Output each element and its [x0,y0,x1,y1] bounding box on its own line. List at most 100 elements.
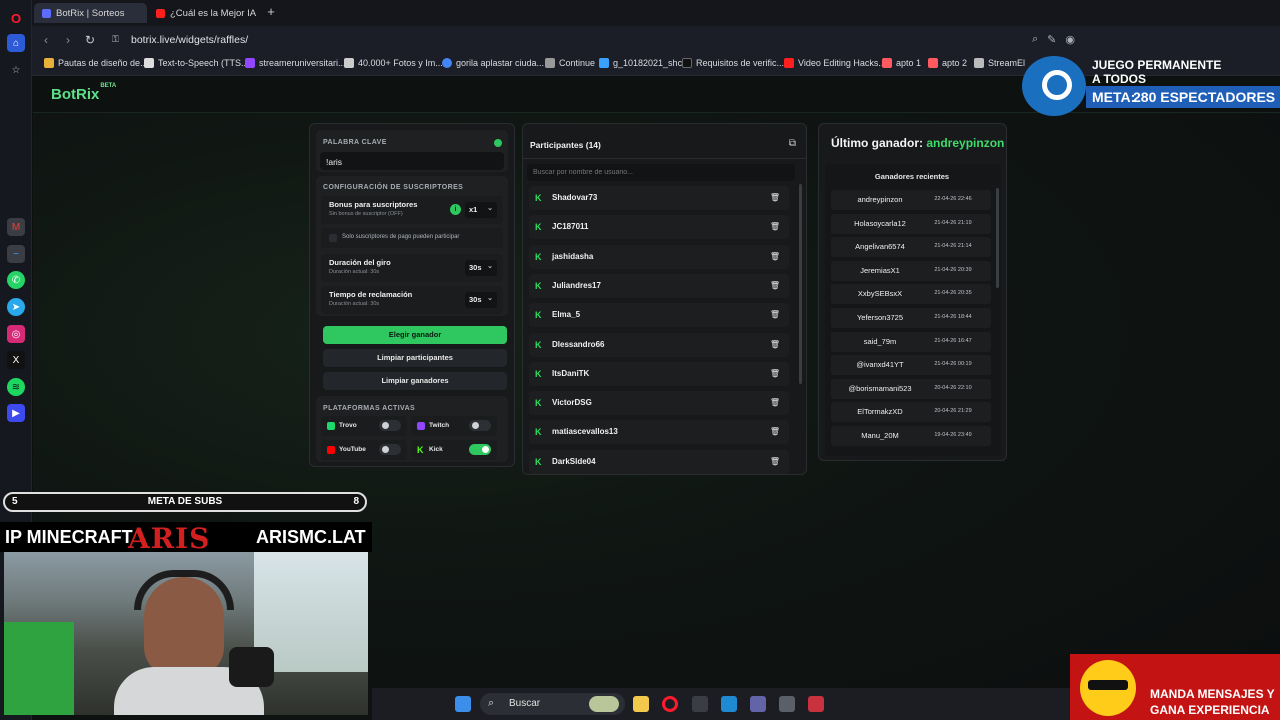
toggle-knob [382,422,389,429]
delete-icon[interactable]: 🗑 [770,427,780,436]
kick-toggle[interactable] [469,444,491,455]
delete-icon[interactable]: 🗑 [770,252,780,261]
toggle-knob [482,446,489,453]
delete-icon[interactable]: 🗑 [770,310,780,319]
participant-search-input[interactable] [527,164,795,181]
minecraft-ip-banner: IP MINECRAFT ARIS ARISMC.LAT [0,522,372,555]
bookmark-item[interactable]: Video Editing Hacks... [784,58,886,68]
msg-line2: GANA EXPERIENCIA [1150,703,1270,717]
desktop-icon[interactable] [721,696,737,712]
instagram-icon[interactable]: ◎ [7,325,25,343]
search-page-icon[interactable]: ⌕ [1032,33,1038,46]
opera-logo-icon[interactable]: O [7,9,25,27]
clear-winners-button[interactable]: Limpiar ganadores [323,372,507,390]
winner-name: Angelivan6574 [855,242,905,252]
taskbar-search[interactable]: ⌕ Buscar [480,693,625,715]
whatsapp-icon[interactable]: ✆ [7,271,25,289]
bookmark-item[interactable]: Continue [545,58,595,68]
delete-icon[interactable]: 🗑 [770,281,780,290]
winner-date: 21-04-26 20:35 [934,290,972,297]
player-icon[interactable]: ▶ [7,404,25,422]
winner-row: ElTormakzXD 20-04-26 21:29 [831,402,991,423]
delete-icon[interactable]: 🗑 [770,457,780,466]
subs-section-title: CONFIGURACIÓN DE SUSCRIPTORES [323,184,464,191]
tab-ia[interactable]: ¿Cuál es la Mejor IA para [148,3,258,23]
bookmark-item[interactable]: 40.000+ Fotos y Im... [344,58,443,68]
delete-icon[interactable]: 🗑 [770,222,780,231]
twitch-toggle[interactable] [469,420,491,431]
spotify-icon[interactable]: ≋ [7,378,25,396]
copy-icon[interactable]: ⧉ [789,138,796,149]
bookmark-item[interactable]: Requisitos de verific... [682,58,784,68]
kick-icon: K [535,398,542,409]
store-icon[interactable] [779,696,795,712]
home-icon[interactable]: ⌂ [7,34,25,52]
winner-row: Holasoycarla12 21-04-26 21:19 [831,213,991,234]
keyword-input[interactable]: !aris [320,152,504,170]
winner-row: Manu_20M 19-04-26 23:49 [831,426,991,446]
camera-icon[interactable]: ◉ [1065,33,1075,46]
url-field[interactable]: botrix.live/widgets/raffles/ [131,34,248,46]
file-explorer-icon[interactable] [633,696,649,712]
bookmark-item[interactable]: Pautas de diseño de... [44,58,148,68]
bookmark-item[interactable]: apto 1 [882,58,921,68]
x-twitter-icon[interactable]: X [7,351,25,369]
spin-subtitle: Duración actual: 30s [329,269,380,275]
opera-icon[interactable] [662,696,678,712]
winner-row: Angelivan6574 21-04-26 21:14 [831,237,991,258]
scrollbar[interactable] [996,188,999,288]
winner-date: 21-04-26 21:14 [934,243,972,250]
cool-emoji-icon [1080,660,1136,716]
bonus-select[interactable]: x1 ⌄ [465,202,497,218]
kick-icon: K [535,368,542,379]
site-info-icon[interactable]: ⚿ [112,34,122,46]
reload-icon[interactable]: ↻ [82,32,98,48]
info-icon[interactable] [494,139,502,147]
tab-botrix[interactable]: BotRix | Sorteos [34,3,147,23]
trovo-toggle[interactable] [379,420,401,431]
delete-icon[interactable]: 🗑 [770,340,780,349]
claim-subtitle: Duración actual: 30s [329,301,380,307]
delete-icon[interactable]: 🗑 [770,398,780,407]
app-icon[interactable] [692,696,708,712]
botrix-logo[interactable]: BotRixBETA [51,83,116,103]
clear-participants-button[interactable]: Limpiar participantes [323,349,507,367]
winner-row: @ivanxd41YT 21-04-26 00:19 [831,355,991,376]
bookmark-item[interactable]: g_10182021_shcc [599,58,687,68]
scrollbar[interactable] [799,184,802,384]
subs-goal-label: META DE SUBS [147,496,223,507]
bookmark-label: apto 2 [942,58,968,68]
delete-icon[interactable]: 🗑 [770,369,780,378]
bookmark-item[interactable]: apto 2 [928,58,967,68]
delete-icon[interactable]: 🗑 [770,193,780,202]
forward-icon[interactable]: › [60,32,76,48]
winner-name: ElTormakzXD [857,407,903,417]
info-icon[interactable]: i [450,204,461,215]
platforms-card: PLATAFORMAS ACTIVAS Trovo Twitch YouTube [316,396,508,462]
bookmark-item[interactable]: StreamEl [974,58,1025,68]
messenger-icon[interactable]: ~ [7,245,25,263]
participant-name: DarkSlde04 [552,456,596,466]
back-icon[interactable]: ‹ [38,32,54,48]
youtube-toggle[interactable] [379,444,401,455]
windows-start-icon[interactable] [455,696,471,712]
edit-icon[interactable]: ✎ [1047,33,1056,46]
teams-icon[interactable] [750,696,766,712]
participant-name: matiascevallos13 [552,427,618,437]
claim-select[interactable]: 30s ⌄ [465,292,497,308]
last-winner-name: andreypinzon [926,136,1005,150]
paid-only-row[interactable]: Solo suscriptores de pago pueden partici… [321,228,503,248]
pick-winner-button[interactable]: Elegir ganador [323,326,507,344]
new-tab-icon[interactable]: + [264,5,278,19]
bookmark-item[interactable]: streameruniversitari... [245,58,346,68]
paid-only-checkbox[interactable] [329,234,337,242]
streaming-app-icon[interactable] [808,696,824,712]
bookmark-item[interactable]: gorila aplastar ciuda... [442,58,544,68]
star-icon[interactable]: ☆ [7,61,25,79]
kick-icon: K [417,445,424,455]
telegram-icon[interactable]: ➤ [7,298,25,316]
participant-name: ItsDaniTK [552,368,590,378]
gmail-icon[interactable]: M [7,218,25,236]
spin-select[interactable]: 30s ⌄ [465,260,497,276]
bookmark-item[interactable]: Text-to-Speech (TTS... [144,58,249,68]
